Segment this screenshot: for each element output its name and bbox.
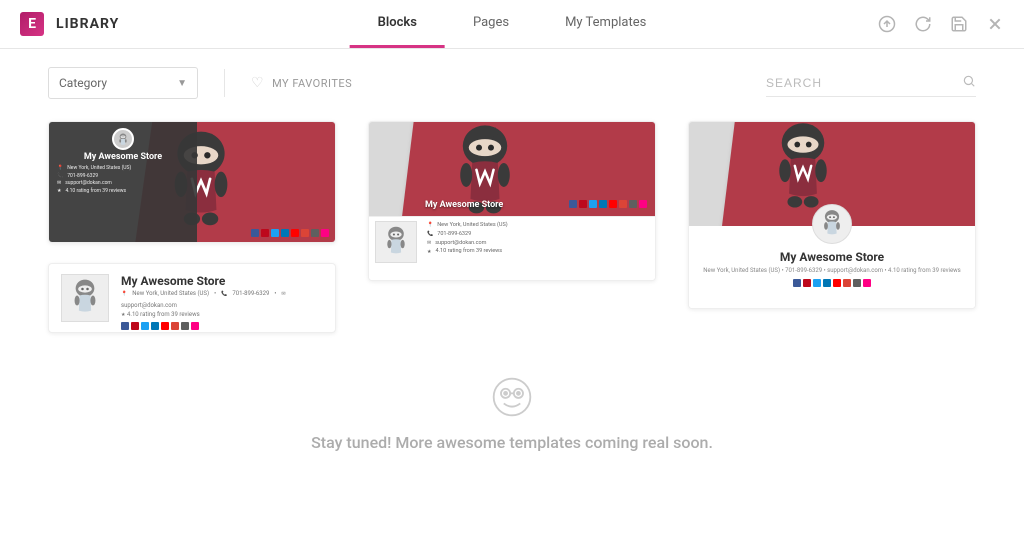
library-header: E LIBRARY Blocks Pages My Templates	[0, 0, 1024, 49]
footer-message: Stay tuned! More awesome templates comin…	[0, 375, 1024, 452]
save-icon[interactable]	[950, 15, 968, 33]
twitter-icon	[589, 200, 597, 208]
toolbar-divider	[224, 69, 225, 97]
ninja-graphic	[761, 122, 845, 210]
store-meta-line: New York, United States (US) • 701-899-6…	[699, 267, 965, 274]
upload-icon[interactable]	[878, 15, 896, 33]
store-name: My Awesome Store	[121, 274, 323, 288]
instagram-icon	[629, 200, 637, 208]
smiley-nerd-icon	[490, 375, 534, 419]
refresh-icon[interactable]	[914, 15, 932, 33]
youtube-icon	[833, 279, 841, 287]
social-icons	[569, 200, 647, 208]
star-icon: ★	[427, 248, 431, 256]
header-actions	[878, 15, 1004, 33]
youtube-icon	[291, 229, 299, 237]
instagram-icon	[181, 322, 189, 330]
phone-icon: 📞	[427, 230, 433, 238]
linkedin-icon	[151, 322, 159, 330]
store-name: My Awesome Store	[57, 152, 189, 162]
linkedin-icon	[823, 279, 831, 287]
store-avatar-icon	[61, 274, 109, 322]
gplus-icon	[171, 322, 179, 330]
search-icon	[962, 74, 976, 92]
mail-icon: ✉	[281, 291, 285, 297]
store-name: My Awesome Store	[699, 250, 965, 264]
facebook-icon	[569, 200, 577, 208]
store-name: My Awesome Store	[425, 200, 503, 210]
gplus-icon	[619, 200, 627, 208]
pinterest-icon	[261, 229, 269, 237]
pinterest-icon	[803, 279, 811, 287]
pinterest-icon	[579, 200, 587, 208]
search-input[interactable]	[766, 76, 962, 90]
twitter-icon	[813, 279, 821, 287]
mail-icon: ✉	[427, 239, 431, 247]
pin-icon: 📍	[121, 291, 127, 297]
flickr-icon	[863, 279, 871, 287]
template-card-3[interactable]: My Awesome Store New York, United States…	[688, 121, 976, 309]
facebook-icon	[793, 279, 801, 287]
instagram-icon	[311, 229, 319, 237]
twitter-icon	[141, 322, 149, 330]
store-avatar-icon	[375, 221, 417, 263]
grid-col-2: My Awesome Store 📍New York, United State…	[368, 121, 656, 281]
gplus-icon	[301, 229, 309, 237]
flickr-icon	[321, 229, 329, 237]
twitter-icon	[271, 229, 279, 237]
linkedin-icon	[599, 200, 607, 208]
templates-grid: My Awesome Store 📍 New York, United State…	[0, 121, 1024, 333]
grid-col-1: My Awesome Store 📍New York, United State…	[48, 121, 336, 333]
category-dropdown-label: Category	[59, 76, 107, 90]
phone-icon: 📞	[57, 173, 63, 181]
library-title: LIBRARY	[56, 16, 119, 32]
facebook-icon	[251, 229, 259, 237]
star-icon: ★	[121, 312, 125, 318]
social-icons	[251, 229, 329, 237]
youtube-icon	[609, 200, 617, 208]
my-favorites-button[interactable]: ♡ MY FAVORITES	[251, 75, 352, 91]
mail-icon: ✉	[57, 180, 61, 188]
favorites-label: MY FAVORITES	[272, 77, 352, 90]
template-card-4[interactable]: My Awesome Store 📍New York, United State…	[48, 263, 336, 333]
elementor-logo-icon: E	[20, 12, 44, 36]
flickr-icon	[191, 322, 199, 330]
facebook-icon	[121, 322, 129, 330]
flickr-icon	[639, 200, 647, 208]
category-dropdown[interactable]: Category ▼	[48, 67, 198, 99]
instagram-icon	[853, 279, 861, 287]
header-tabs: Blocks Pages My Templates	[350, 0, 675, 48]
footer-text: Stay tuned! More awesome templates comin…	[0, 433, 1024, 452]
youtube-icon	[161, 322, 169, 330]
tab-blocks[interactable]: Blocks	[350, 0, 445, 48]
gplus-icon	[843, 279, 851, 287]
tab-my-templates[interactable]: My Templates	[537, 0, 674, 48]
search-field[interactable]	[766, 70, 976, 97]
social-icons	[121, 322, 323, 330]
template-card-1[interactable]: My Awesome Store 📍New York, United State…	[48, 121, 336, 243]
heart-icon: ♡	[251, 75, 264, 91]
store-avatar-icon	[112, 128, 134, 150]
template-card-2[interactable]: My Awesome Store 📍New York, United State…	[368, 121, 656, 281]
chevron-down-icon: ▼	[177, 78, 187, 89]
pinterest-icon	[131, 322, 139, 330]
pin-icon: 📍	[427, 221, 433, 229]
close-icon[interactable]	[986, 15, 1004, 33]
tab-pages[interactable]: Pages	[445, 0, 537, 48]
linkedin-icon	[281, 229, 289, 237]
pin-icon: 📍	[57, 165, 63, 173]
phone-icon: 📞	[221, 291, 227, 297]
logo: E LIBRARY	[20, 12, 119, 36]
social-icons	[699, 279, 965, 287]
store-avatar-icon	[812, 204, 852, 244]
star-icon: ★	[57, 188, 61, 196]
grid-col-3: My Awesome Store New York, United States…	[688, 121, 976, 309]
library-toolbar: Category ▼ ♡ MY FAVORITES	[0, 49, 1024, 121]
